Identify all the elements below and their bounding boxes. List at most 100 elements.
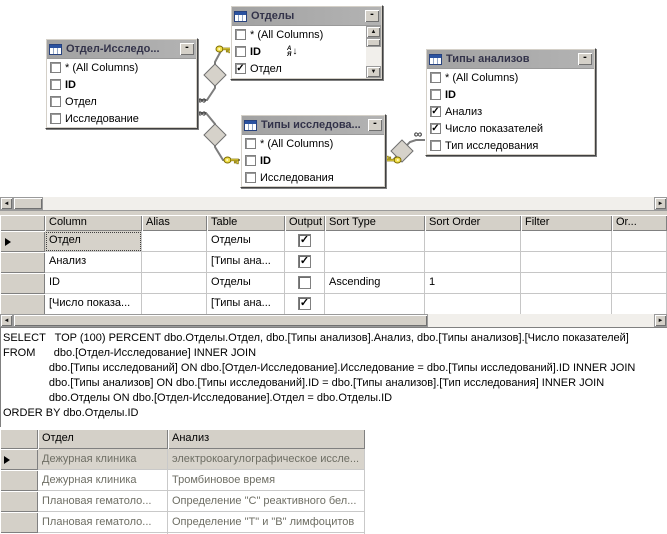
scrollbar-track[interactable]	[366, 47, 381, 66]
field-checkbox[interactable]	[245, 138, 256, 149]
grid-cell-alias[interactable]	[142, 252, 207, 273]
grid-cell-sort-order[interactable]: 1	[425, 273, 521, 294]
grid-cell-or[interactable]	[612, 294, 667, 315]
join-diamond-icon[interactable]	[203, 123, 227, 147]
row-selector[interactable]	[0, 449, 38, 470]
field-row[interactable]: ID	[242, 152, 384, 169]
field-checkbox[interactable]	[245, 155, 256, 166]
grid-header-filter[interactable]: Filter	[521, 215, 612, 231]
grid-cell-column[interactable]: Анализ	[45, 252, 142, 273]
grid-header-alias[interactable]: Alias	[142, 215, 207, 231]
grid-cell-table[interactable]: Отделы	[207, 273, 285, 294]
grid-cell-output[interactable]	[285, 294, 325, 315]
scroll-down-button[interactable]: ▼	[366, 66, 381, 78]
table-caption[interactable]: Типы анализов -	[427, 50, 594, 68]
grid-cell-table[interactable]: [Типы ана...	[207, 294, 285, 315]
field-row[interactable]: Анализ	[427, 103, 594, 120]
grid-cell-output[interactable]	[285, 231, 325, 252]
field-row[interactable]: Отдел	[47, 93, 196, 110]
grid-cell-alias[interactable]	[142, 231, 207, 252]
field-row[interactable]: Исследование	[47, 110, 196, 127]
field-row[interactable]: ID АЯ ↓	[232, 43, 381, 60]
field-checkbox[interactable]	[430, 106, 441, 117]
row-selector[interactable]	[0, 491, 38, 512]
grid-corner-cell[interactable]	[0, 215, 45, 231]
grid-cell-output[interactable]	[285, 252, 325, 273]
grid-cell-or[interactable]	[612, 231, 667, 252]
field-row[interactable]: ID	[427, 86, 594, 103]
minimize-button[interactable]: -	[368, 118, 382, 131]
grid-cell-alias[interactable]	[142, 294, 207, 315]
field-row[interactable]: Отдел	[232, 60, 381, 77]
table-card-tipy-issledovaniy[interactable]: Типы исследова... - * (All Columns) ID И…	[240, 114, 386, 188]
grid-cell-sort-type[interactable]	[325, 231, 425, 252]
table-caption[interactable]: Отделы -	[232, 7, 381, 25]
grid-header-table[interactable]: Table	[207, 215, 285, 231]
field-checkbox[interactable]	[235, 29, 246, 40]
scrollbar-track[interactable]	[43, 197, 654, 210]
results-header-analiz[interactable]: Анализ	[168, 429, 365, 449]
join-connector-tip-issledovaniya[interactable]: ∞	[386, 127, 425, 164]
field-row[interactable]: * (All Columns)	[427, 69, 594, 86]
diagram-horizontal-scrollbar[interactable]: ◄ ►	[0, 197, 667, 210]
grid-cell-or[interactable]	[612, 252, 667, 273]
grid-cell-filter[interactable]	[521, 231, 612, 252]
field-row[interactable]: Исследования	[242, 169, 384, 186]
field-row[interactable]: * (All Columns)	[47, 59, 196, 76]
field-row[interactable]: * (All Columns)	[232, 26, 381, 43]
sql-pane[interactable]: SELECT TOP (100) PERCENT dbo.Отделы.Отде…	[0, 327, 667, 427]
minimize-button[interactable]: -	[578, 52, 592, 65]
field-checkbox[interactable]	[235, 63, 246, 74]
scroll-right-button[interactable]: ►	[654, 197, 667, 210]
table-caption[interactable]: Типы исследова... -	[242, 116, 384, 134]
grid-header-column[interactable]: Column	[45, 215, 142, 231]
row-selector[interactable]	[0, 294, 45, 315]
field-checkbox[interactable]	[235, 46, 246, 57]
table-card-otdely[interactable]: Отделы - * (All Columns) ID АЯ ↓ ✓ Отдел…	[230, 5, 383, 80]
table-card-tipy-analizov[interactable]: Типы анализов - * (All Columns) ID Анали…	[425, 48, 596, 156]
field-row[interactable]: Число показателей	[427, 120, 594, 137]
grid-cell-sort-type[interactable]	[325, 294, 425, 315]
grid-cell-sort-type[interactable]	[325, 252, 425, 273]
output-checkbox[interactable]	[298, 276, 311, 289]
field-checkbox[interactable]	[50, 79, 61, 90]
row-selector[interactable]	[0, 252, 45, 273]
field-checkbox[interactable]	[430, 123, 441, 134]
field-row[interactable]: Тип исследования	[427, 137, 594, 154]
join-diamond-icon[interactable]	[203, 63, 227, 87]
grid-cell-column[interactable]: Отдел	[45, 231, 142, 252]
grid-cell-filter[interactable]	[521, 294, 612, 315]
row-selector[interactable]	[0, 231, 45, 252]
results-header-otdel[interactable]: Отдел	[38, 429, 168, 449]
field-checkbox[interactable]	[50, 113, 61, 124]
row-selector[interactable]	[0, 512, 38, 533]
field-checkbox[interactable]	[245, 172, 256, 183]
grid-cell-alias[interactable]	[142, 273, 207, 294]
row-selector[interactable]	[0, 470, 38, 491]
minimize-button[interactable]: -	[365, 9, 379, 22]
field-row[interactable]: ID	[47, 76, 196, 93]
scroll-up-button[interactable]: ▲	[366, 26, 381, 38]
scrollbar-thumb[interactable]	[366, 38, 381, 47]
scroll-left-button[interactable]: ◄	[0, 314, 13, 327]
grid-header-sort-type[interactable]: Sort Type	[325, 215, 425, 231]
field-checkbox[interactable]	[50, 96, 61, 107]
results-corner-cell[interactable]	[0, 429, 38, 449]
grid-cell-sort-order[interactable]	[425, 294, 521, 315]
field-checkbox[interactable]	[50, 62, 61, 73]
grid-cell-table[interactable]: [Типы ана...	[207, 252, 285, 273]
grid-cell-column[interactable]: ID	[45, 273, 142, 294]
grid-cell-filter[interactable]	[521, 273, 612, 294]
grid-cell-column[interactable]: [Число показа...	[45, 294, 142, 315]
scrollbar-thumb[interactable]	[13, 197, 43, 210]
row-selector[interactable]	[0, 273, 45, 294]
field-checkbox[interactable]	[430, 72, 441, 83]
scroll-right-button[interactable]: ►	[654, 314, 667, 327]
scrollbar-thumb[interactable]	[13, 314, 428, 327]
field-checkbox[interactable]	[430, 89, 441, 100]
grid-header-output[interactable]: Output	[285, 215, 325, 231]
grid-cell-sort-order[interactable]	[425, 231, 521, 252]
table-card-otdel-issledovanie[interactable]: Отдел-Исследо... - * (All Columns) ID От…	[45, 38, 198, 129]
join-connector-issledovanie[interactable]: ∞	[198, 106, 240, 165]
grid-cell-filter[interactable]	[521, 252, 612, 273]
